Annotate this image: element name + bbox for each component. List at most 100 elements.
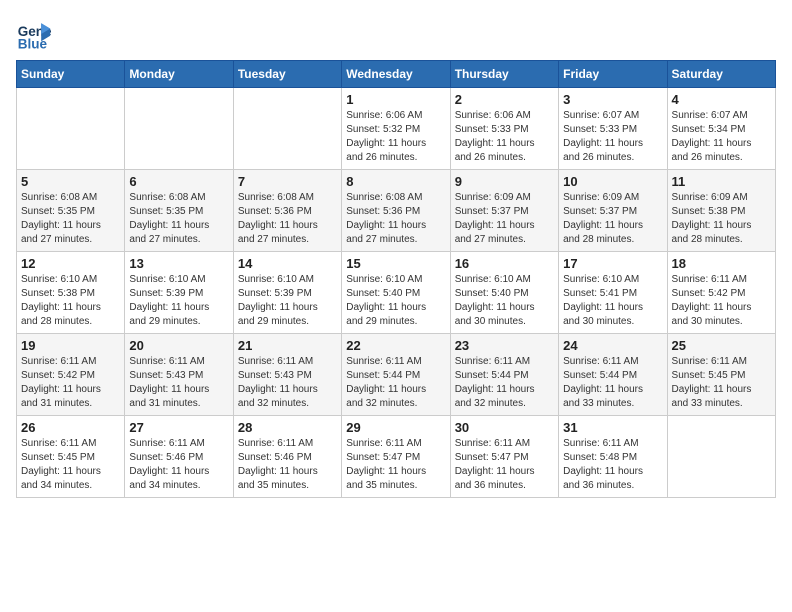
day-number: 2 <box>455 92 554 107</box>
weekday-header-cell: Thursday <box>450 61 558 88</box>
calendar-cell: 29 Sunrise: 6:11 AM Sunset: 5:47 PM Dayli… <box>342 416 450 498</box>
calendar-cell: 30 Sunrise: 6:11 AM Sunset: 5:47 PM Dayli… <box>450 416 558 498</box>
calendar-cell: 4 Sunrise: 6:07 AM Sunset: 5:34 PM Daylig… <box>667 88 775 170</box>
day-number: 4 <box>672 92 771 107</box>
calendar-cell: 18 Sunrise: 6:11 AM Sunset: 5:42 PM Dayli… <box>667 252 775 334</box>
calendar-cell: 11 Sunrise: 6:09 AM Sunset: 5:38 PM Dayli… <box>667 170 775 252</box>
day-number: 23 <box>455 338 554 353</box>
calendar-cell <box>125 88 233 170</box>
calendar-cell: 28 Sunrise: 6:11 AM Sunset: 5:46 PM Dayli… <box>233 416 341 498</box>
day-info: Sunrise: 6:09 AM Sunset: 5:38 PM Dayligh… <box>672 191 771 247</box>
day-info: Sunrise: 6:11 AM Sunset: 5:46 PM Dayligh… <box>129 437 228 493</box>
calendar-cell: 17 Sunrise: 6:10 AM Sunset: 5:41 PM Dayli… <box>559 252 667 334</box>
calendar-cell: 2Sunrise: 6:06 AM Sunset: 5:33 PM Daylig… <box>450 88 558 170</box>
calendar-cell: 23 Sunrise: 6:11 AM Sunset: 5:44 PM Dayli… <box>450 334 558 416</box>
calendar-week-row: 26 Sunrise: 6:11 AM Sunset: 5:45 PM Dayli… <box>17 416 776 498</box>
calendar-cell: 22Sunrise: 6:11 AM Sunset: 5:44 PM Dayli… <box>342 334 450 416</box>
day-info: Sunrise: 6:11 AM Sunset: 5:44 PM Dayligh… <box>455 355 554 411</box>
calendar-week-row: 12 Sunrise: 6:10 AM Sunset: 5:38 PM Dayli… <box>17 252 776 334</box>
calendar-week-row: 1 Sunrise: 6:06 AM Sunset: 5:32 PM Daylig… <box>17 88 776 170</box>
day-info: Sunrise: 6:11 AM Sunset: 5:48 PM Dayligh… <box>563 437 662 493</box>
day-number: 12 <box>21 256 120 271</box>
day-info: Sunrise: 6:09 AM Sunset: 5:37 PM Dayligh… <box>563 191 662 247</box>
calendar-cell: 8Sunrise: 6:08 AM Sunset: 5:36 PM Daylig… <box>342 170 450 252</box>
day-info: Sunrise: 6:10 AM Sunset: 5:40 PM Dayligh… <box>346 273 445 329</box>
day-info: Sunrise: 6:11 AM Sunset: 5:47 PM Dayligh… <box>455 437 554 493</box>
day-number: 11 <box>672 174 771 189</box>
day-info: Sunrise: 6:06 AM Sunset: 5:32 PM Dayligh… <box>346 109 445 165</box>
day-info: Sunrise: 6:08 AM Sunset: 5:36 PM Dayligh… <box>346 191 445 247</box>
day-number: 26 <box>21 420 120 435</box>
day-number: 19 <box>21 338 120 353</box>
day-number: 20 <box>129 338 228 353</box>
calendar-cell: 19Sunrise: 6:11 AM Sunset: 5:42 PM Dayli… <box>17 334 125 416</box>
day-info: Sunrise: 6:08 AM Sunset: 5:36 PM Dayligh… <box>238 191 337 247</box>
day-info: Sunrise: 6:11 AM Sunset: 5:45 PM Dayligh… <box>672 355 771 411</box>
day-info: Sunrise: 6:11 AM Sunset: 5:45 PM Dayligh… <box>21 437 120 493</box>
logo: General Blue <box>16 16 56 52</box>
day-number: 10 <box>563 174 662 189</box>
calendar-cell: 21 Sunrise: 6:11 AM Sunset: 5:43 PM Dayli… <box>233 334 341 416</box>
calendar-cell <box>17 88 125 170</box>
day-info: Sunrise: 6:07 AM Sunset: 5:33 PM Dayligh… <box>563 109 662 165</box>
calendar-cell: 15Sunrise: 6:10 AM Sunset: 5:40 PM Dayli… <box>342 252 450 334</box>
day-number: 6 <box>129 174 228 189</box>
day-number: 28 <box>238 420 337 435</box>
day-number: 17 <box>563 256 662 271</box>
calendar-cell: 31 Sunrise: 6:11 AM Sunset: 5:48 PM Dayli… <box>559 416 667 498</box>
day-info: Sunrise: 6:10 AM Sunset: 5:40 PM Dayligh… <box>455 273 554 329</box>
day-info: Sunrise: 6:10 AM Sunset: 5:41 PM Dayligh… <box>563 273 662 329</box>
day-info: Sunrise: 6:07 AM Sunset: 5:34 PM Dayligh… <box>672 109 771 165</box>
day-number: 7 <box>238 174 337 189</box>
day-number: 13 <box>129 256 228 271</box>
calendar-cell: 5Sunrise: 6:08 AM Sunset: 5:35 PM Daylig… <box>17 170 125 252</box>
day-info: Sunrise: 6:11 AM Sunset: 5:44 PM Dayligh… <box>563 355 662 411</box>
calendar-cell: 3 Sunrise: 6:07 AM Sunset: 5:33 PM Daylig… <box>559 88 667 170</box>
day-number: 3 <box>563 92 662 107</box>
day-number: 29 <box>346 420 445 435</box>
calendar-cell: 13Sunrise: 6:10 AM Sunset: 5:39 PM Dayli… <box>125 252 233 334</box>
calendar-cell: 20 Sunrise: 6:11 AM Sunset: 5:43 PM Dayli… <box>125 334 233 416</box>
calendar-cell: 27Sunrise: 6:11 AM Sunset: 5:46 PM Dayli… <box>125 416 233 498</box>
calendar-cell <box>233 88 341 170</box>
page-header: General Blue <box>16 16 776 52</box>
calendar-cell: 1 Sunrise: 6:06 AM Sunset: 5:32 PM Daylig… <box>342 88 450 170</box>
calendar-cell: 24Sunrise: 6:11 AM Sunset: 5:44 PM Dayli… <box>559 334 667 416</box>
calendar-cell: 10 Sunrise: 6:09 AM Sunset: 5:37 PM Dayli… <box>559 170 667 252</box>
day-info: Sunrise: 6:11 AM Sunset: 5:44 PM Dayligh… <box>346 355 445 411</box>
weekday-header-cell: Tuesday <box>233 61 341 88</box>
day-info: Sunrise: 6:11 AM Sunset: 5:42 PM Dayligh… <box>672 273 771 329</box>
calendar-cell <box>667 416 775 498</box>
day-number: 18 <box>672 256 771 271</box>
calendar-cell: 25 Sunrise: 6:11 AM Sunset: 5:45 PM Dayli… <box>667 334 775 416</box>
calendar-week-row: 5Sunrise: 6:08 AM Sunset: 5:35 PM Daylig… <box>17 170 776 252</box>
weekday-header-row: SundayMondayTuesdayWednesdayThursdayFrid… <box>17 61 776 88</box>
weekday-header-cell: Friday <box>559 61 667 88</box>
day-number: 16 <box>455 256 554 271</box>
weekday-header-cell: Saturday <box>667 61 775 88</box>
calendar-cell: 9Sunrise: 6:09 AM Sunset: 5:37 PM Daylig… <box>450 170 558 252</box>
day-info: Sunrise: 6:11 AM Sunset: 5:43 PM Dayligh… <box>129 355 228 411</box>
day-number: 1 <box>346 92 445 107</box>
day-info: Sunrise: 6:11 AM Sunset: 5:46 PM Dayligh… <box>238 437 337 493</box>
calendar-cell: 7 Sunrise: 6:08 AM Sunset: 5:36 PM Daylig… <box>233 170 341 252</box>
day-info: Sunrise: 6:08 AM Sunset: 5:35 PM Dayligh… <box>21 191 120 247</box>
weekday-header-cell: Wednesday <box>342 61 450 88</box>
day-info: Sunrise: 6:10 AM Sunset: 5:39 PM Dayligh… <box>238 273 337 329</box>
calendar-cell: 12 Sunrise: 6:10 AM Sunset: 5:38 PM Dayli… <box>17 252 125 334</box>
day-info: Sunrise: 6:11 AM Sunset: 5:43 PM Dayligh… <box>238 355 337 411</box>
day-number: 14 <box>238 256 337 271</box>
logo-icon: General Blue <box>16 16 52 52</box>
day-number: 9 <box>455 174 554 189</box>
calendar-cell: 6 Sunrise: 6:08 AM Sunset: 5:35 PM Daylig… <box>125 170 233 252</box>
calendar-cell: 14 Sunrise: 6:10 AM Sunset: 5:39 PM Dayli… <box>233 252 341 334</box>
day-number: 25 <box>672 338 771 353</box>
weekday-header-cell: Monday <box>125 61 233 88</box>
day-info: Sunrise: 6:08 AM Sunset: 5:35 PM Dayligh… <box>129 191 228 247</box>
calendar-body: 1 Sunrise: 6:06 AM Sunset: 5:32 PM Daylig… <box>17 88 776 498</box>
day-info: Sunrise: 6:11 AM Sunset: 5:47 PM Dayligh… <box>346 437 445 493</box>
day-number: 31 <box>563 420 662 435</box>
day-number: 21 <box>238 338 337 353</box>
day-info: Sunrise: 6:10 AM Sunset: 5:38 PM Dayligh… <box>21 273 120 329</box>
day-number: 30 <box>455 420 554 435</box>
